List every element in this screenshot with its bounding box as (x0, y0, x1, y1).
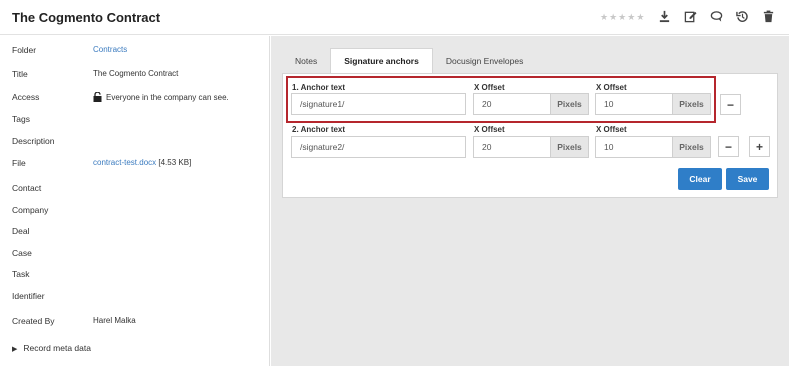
rating-stars[interactable]: ★ ★ ★ ★ ★ (600, 12, 644, 22)
edit-icon[interactable] (683, 9, 697, 23)
tab-signature-anchors[interactable]: Signature anchors (330, 48, 433, 73)
company-row: Company (12, 205, 262, 219)
identifier-row: Identifier (12, 291, 262, 305)
tags-label: Tags (12, 114, 30, 124)
content-area: Notes Signature anchors Docusign Envelop… (271, 36, 789, 366)
access-row: Access Everyone in the company can see. (12, 92, 262, 106)
record-meta-toggle[interactable]: ▶ Record meta data (12, 343, 91, 353)
anchor-2-label: 2. Anchor text (292, 125, 346, 134)
remove-anchor-1-button[interactable]: − (720, 94, 741, 115)
folder-link[interactable]: Contracts (93, 45, 127, 54)
anchor-2-x-offset-input[interactable]: 20 (473, 136, 551, 158)
identifier-label: Identifier (12, 291, 45, 301)
page-title: The Cogmento Contract (12, 10, 161, 25)
description-row: Description (12, 136, 262, 150)
record-meta-label: Record meta data (23, 343, 91, 353)
anchor-1-x-offset-label: X Offset (474, 83, 505, 92)
task-row: Task (12, 269, 262, 283)
anchor-1-y-offset-input[interactable]: 10 (595, 93, 673, 115)
anchor-2-y-offset-input[interactable]: 10 (595, 136, 673, 158)
tab-bar: Notes Signature anchors Docusign Envelop… (282, 48, 536, 73)
star-icon[interactable]: ★ (609, 12, 617, 22)
star-icon[interactable]: ★ (600, 12, 608, 22)
access-value: Everyone in the company can see. (106, 93, 229, 102)
add-anchor-button[interactable]: + (749, 136, 770, 157)
star-icon[interactable]: ★ (627, 12, 635, 22)
history-icon[interactable] (735, 9, 749, 23)
folder-label: Folder (12, 45, 37, 55)
title-row: Title The Cogmento Contract (12, 69, 262, 83)
created-by-row: Created By Harel Malka (12, 316, 262, 330)
anchor-2-x-offset-label: X Offset (474, 125, 505, 134)
anchor-2-text-input[interactable]: /signature2/ (291, 136, 466, 158)
created-by-label: Created By (12, 316, 55, 326)
created-by-value: Harel Malka (93, 316, 136, 325)
contact-row: Contact (12, 183, 262, 197)
access-label: Access (12, 92, 40, 102)
file-size: [4.53 KB] (158, 158, 192, 167)
record-details-panel: Folder Contracts Title The Cogmento Cont… (0, 36, 270, 366)
task-label: Task (12, 269, 30, 279)
case-row: Case (12, 248, 262, 262)
lock-icon (93, 92, 102, 102)
file-label: File (12, 158, 26, 168)
company-label: Company (12, 205, 49, 215)
file-row: File contract-test.docx [4.53 KB] (12, 158, 262, 172)
anchor-2-y-offset-label: X Offset (596, 125, 627, 134)
deal-row: Deal (12, 226, 262, 240)
trash-icon[interactable] (761, 9, 775, 23)
anchor-1-y-unit: Pixels (673, 93, 711, 115)
anchor-2-x-unit: Pixels (551, 136, 589, 158)
file-link[interactable]: contract-test.docx (93, 158, 156, 167)
description-label: Description (12, 136, 55, 146)
signature-anchors-panel: 1. Anchor text /signature1/ X Offset 20 … (282, 73, 778, 198)
remove-anchor-2-button[interactable]: − (718, 136, 739, 157)
star-icon[interactable]: ★ (636, 12, 644, 22)
tab-notes[interactable]: Notes (282, 48, 330, 73)
anchor-1-x-unit: Pixels (551, 93, 589, 115)
save-button[interactable]: Save (726, 168, 769, 190)
tab-docusign-envelopes[interactable]: Docusign Envelopes (433, 48, 537, 73)
deal-label: Deal (12, 226, 30, 236)
tags-row: Tags (12, 114, 262, 128)
caret-right-icon: ▶ (12, 346, 18, 353)
anchor-1-x-offset-input[interactable]: 20 (473, 93, 551, 115)
anchor-1-text-input[interactable]: /signature1/ (291, 93, 466, 115)
anchor-1-y-offset-label: X Offset (596, 83, 627, 92)
contact-label: Contact (12, 183, 42, 193)
page-header: The Cogmento Contract ★ ★ ★ ★ ★ (0, 0, 789, 35)
folder-row: Folder Contracts (12, 45, 262, 59)
title-label: Title (12, 69, 28, 79)
anchor-1-label: 1. Anchor text (292, 83, 346, 92)
case-label: Case (12, 248, 32, 258)
anchor-2-y-unit: Pixels (673, 136, 711, 158)
title-value: The Cogmento Contract (93, 69, 179, 78)
clear-button[interactable]: Clear (678, 168, 722, 190)
download-icon[interactable] (657, 9, 671, 23)
access-value-wrap: Everyone in the company can see. (93, 92, 229, 102)
comment-icon[interactable] (709, 9, 723, 23)
file-value: contract-test.docx [4.53 KB] (93, 158, 191, 167)
star-icon[interactable]: ★ (618, 12, 626, 22)
